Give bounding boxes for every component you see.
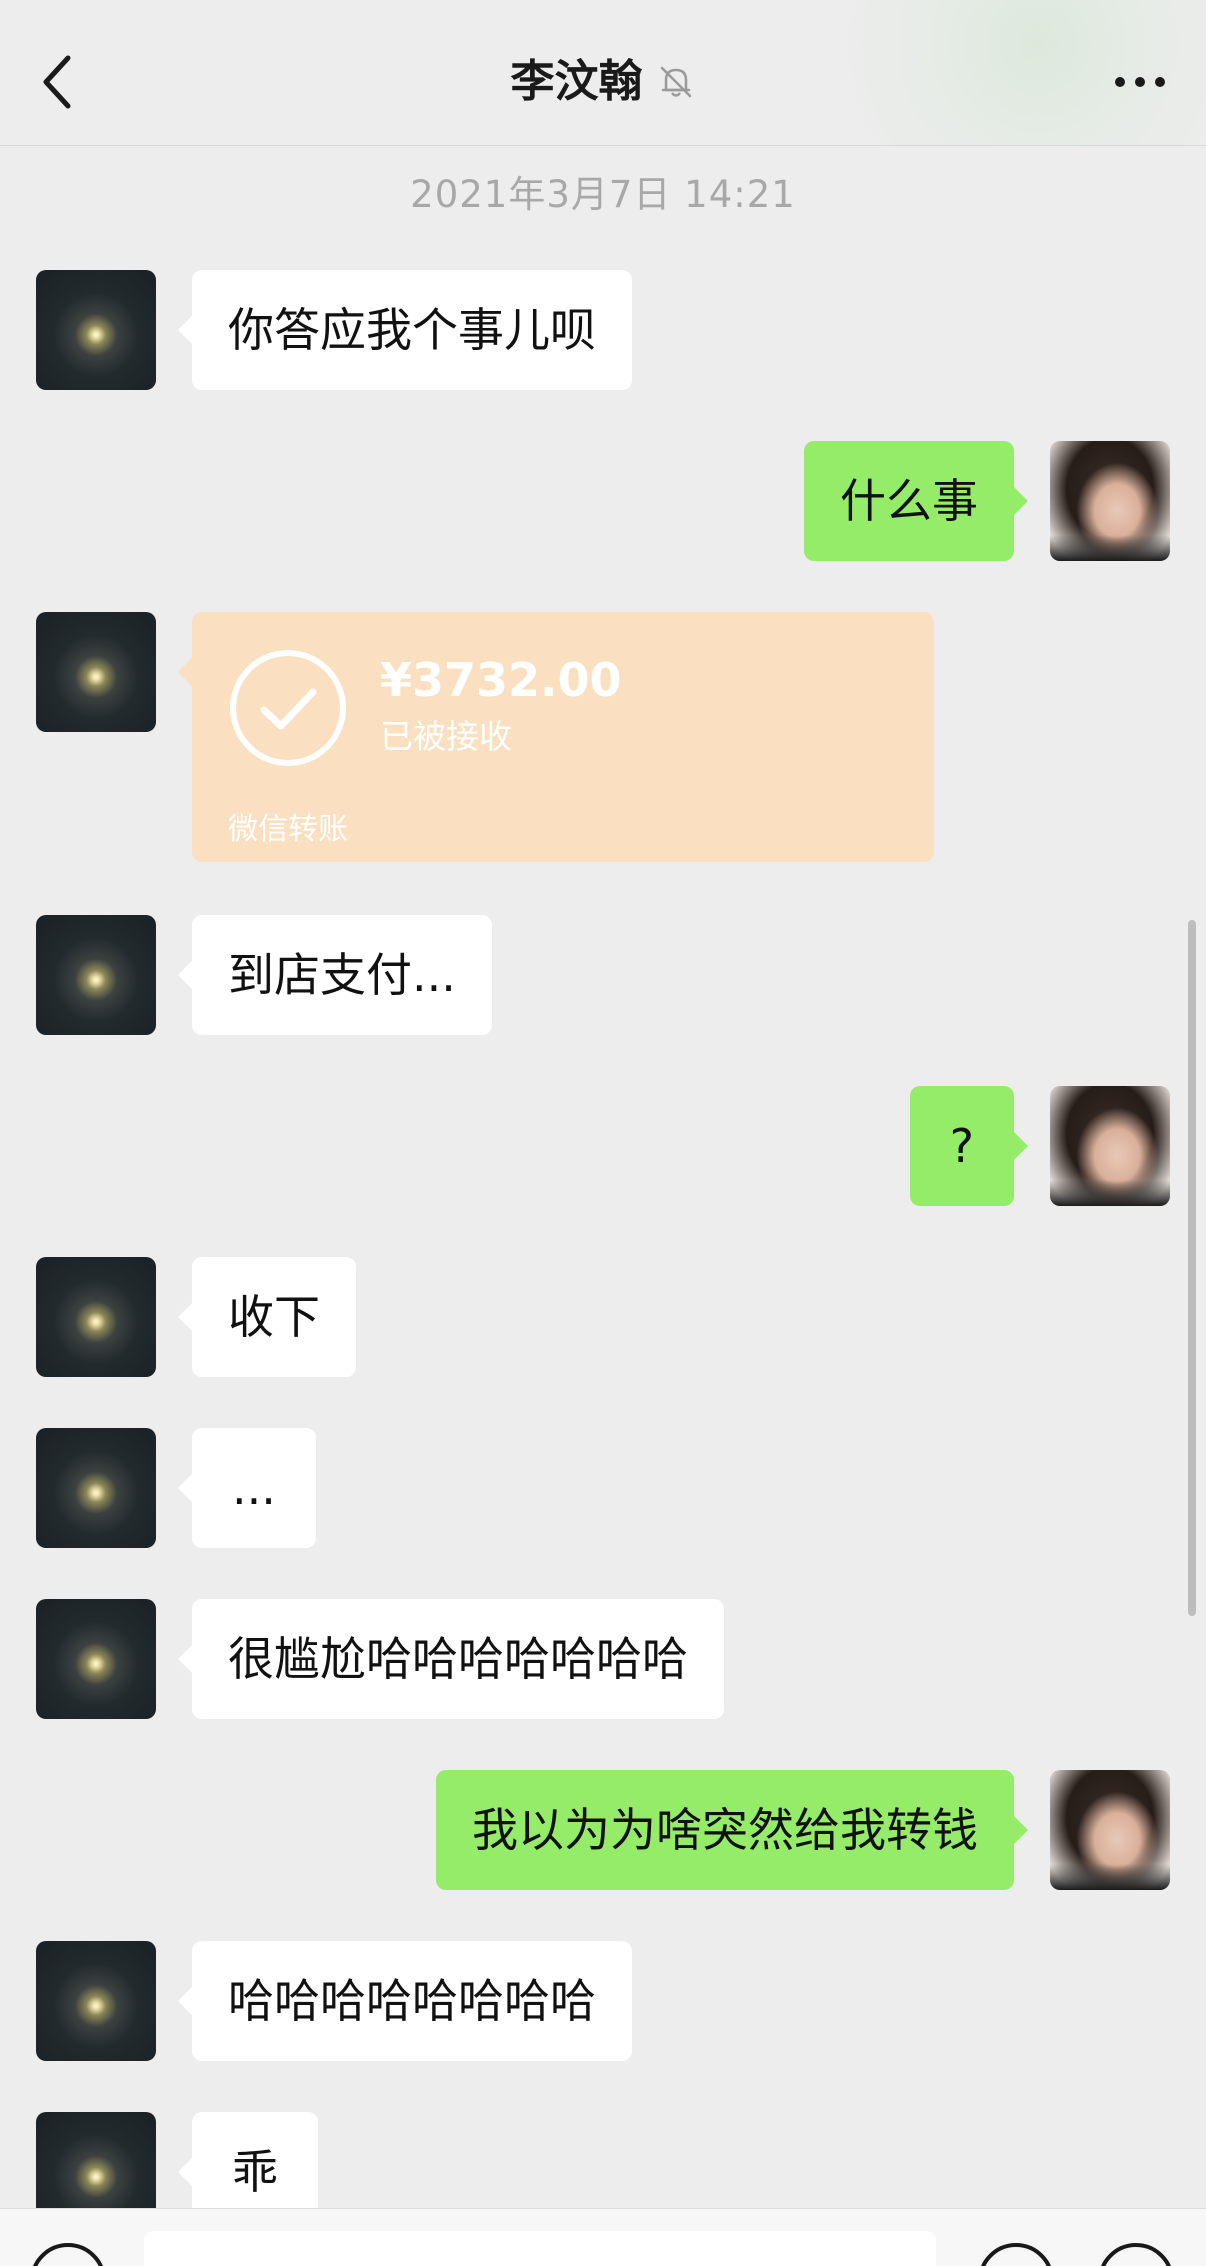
check-circle-icon <box>228 648 348 768</box>
message-bubble[interactable]: 收下 <box>178 1257 356 1377</box>
chat-header: 李汶翰 <box>0 0 1206 146</box>
message-bubble[interactable]: 到店支付... <box>178 915 492 1035</box>
plus-icon[interactable] <box>1098 2243 1174 2266</box>
message-bubble[interactable]: 你答应我个事儿呗 <box>178 270 632 390</box>
contact-avatar[interactable] <box>36 1941 156 2061</box>
self-avatar[interactable] <box>1050 1086 1170 1206</box>
message-bubble[interactable]: 我以为为啥突然给我转钱 <box>436 1770 1028 1890</box>
header-title-area: 李汶翰 <box>0 52 1206 112</box>
message-bubble[interactable]: 哈哈哈哈哈哈哈哈 <box>178 1941 632 2061</box>
message-timestamp: 2021年3月7日 14:21 <box>410 173 796 216</box>
more-button[interactable] <box>1108 54 1172 110</box>
self-avatar[interactable] <box>1050 1770 1170 1890</box>
message-bubble[interactable]: 什么事 <box>804 441 1028 561</box>
transfer-card[interactable]: ¥3732.00 已被接收 微信转账 <box>178 612 934 862</box>
ellipsis-icon <box>1115 77 1165 87</box>
chat-scrollbar[interactable] <box>1188 920 1196 1616</box>
transfer-status: 已被接收 <box>380 717 512 756</box>
contact-avatar[interactable] <box>36 270 156 390</box>
input-bar <box>0 2208 1206 2266</box>
message-bubble[interactable]: 很尴尬哈哈哈哈哈哈哈 <box>178 1599 724 1719</box>
self-avatar[interactable] <box>1050 441 1170 561</box>
contact-avatar[interactable] <box>36 1257 156 1377</box>
contact-avatar[interactable] <box>36 1599 156 1719</box>
message-bubble[interactable]: ? <box>909 1086 1029 1206</box>
message-input[interactable] <box>144 2231 936 2266</box>
contact-avatar[interactable] <box>36 1428 156 1548</box>
contact-avatar[interactable] <box>36 612 156 732</box>
transfer-label: 微信转账 <box>228 812 348 847</box>
voice-icon[interactable] <box>30 2243 106 2266</box>
contact-name: 李汶翰 <box>510 56 643 107</box>
bell-muted-icon <box>660 66 691 98</box>
message-bubble[interactable]: ... <box>178 1428 316 1548</box>
contact-avatar[interactable] <box>36 915 156 1035</box>
transfer-amount: ¥3732.00 <box>380 653 622 707</box>
emoji-icon[interactable] <box>978 2243 1054 2266</box>
